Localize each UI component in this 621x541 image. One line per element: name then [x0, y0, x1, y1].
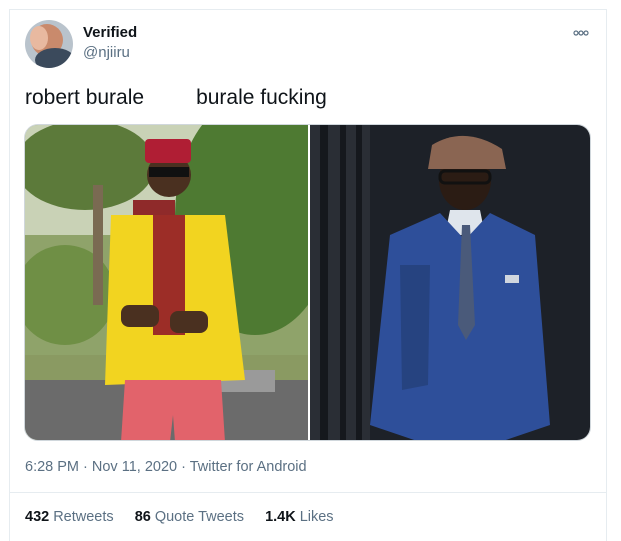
quote-tweets-label: Quote Tweets	[154, 509, 245, 525]
tweet-stats: 432 Retweets 86 Quote Tweets 1.4K Likes	[25, 509, 351, 525]
tweet-date[interactable]: Nov 11, 2020	[92, 459, 177, 475]
tweet-source[interactable]: Twitter for Android	[190, 459, 307, 475]
tweet-media	[24, 124, 591, 441]
retweets-stat[interactable]: 432 Retweets	[25, 509, 114, 525]
likes-label: Likes	[299, 509, 334, 525]
meta-separator: ·	[79, 459, 92, 475]
tweet-metadata: 6:28 PM · Nov 11, 2020 · Twitter for And…	[25, 459, 307, 475]
tweet-text-right: burale fucking	[196, 86, 327, 109]
avatar[interactable]	[25, 20, 73, 68]
quote-tweets-stat[interactable]: 86 Quote Tweets	[135, 509, 244, 525]
likes-count: 1.4K	[265, 509, 296, 525]
retweets-label: Retweets	[53, 509, 114, 525]
tweet-text-left: robert burale	[25, 86, 145, 109]
more-options-icon[interactable]	[568, 22, 594, 44]
quote-tweets-count: 86	[134, 509, 151, 525]
man-in-yellow-blazer-photo[interactable]	[25, 125, 335, 440]
likes-stat[interactable]: 1.4K Likes	[265, 509, 334, 525]
retweets-count: 432	[25, 509, 50, 525]
meta-separator: ·	[177, 459, 190, 475]
tweet-text: robert burale burale fucking	[25, 86, 327, 110]
author-handle[interactable]: @njiiru	[83, 44, 130, 61]
man-in-blue-suit-photo[interactable]	[310, 125, 590, 440]
divider	[9, 492, 607, 493]
author-name[interactable]: Verified	[83, 24, 137, 41]
tweet-time[interactable]: 6:28 PM	[25, 459, 79, 475]
avatar-image	[25, 20, 73, 68]
